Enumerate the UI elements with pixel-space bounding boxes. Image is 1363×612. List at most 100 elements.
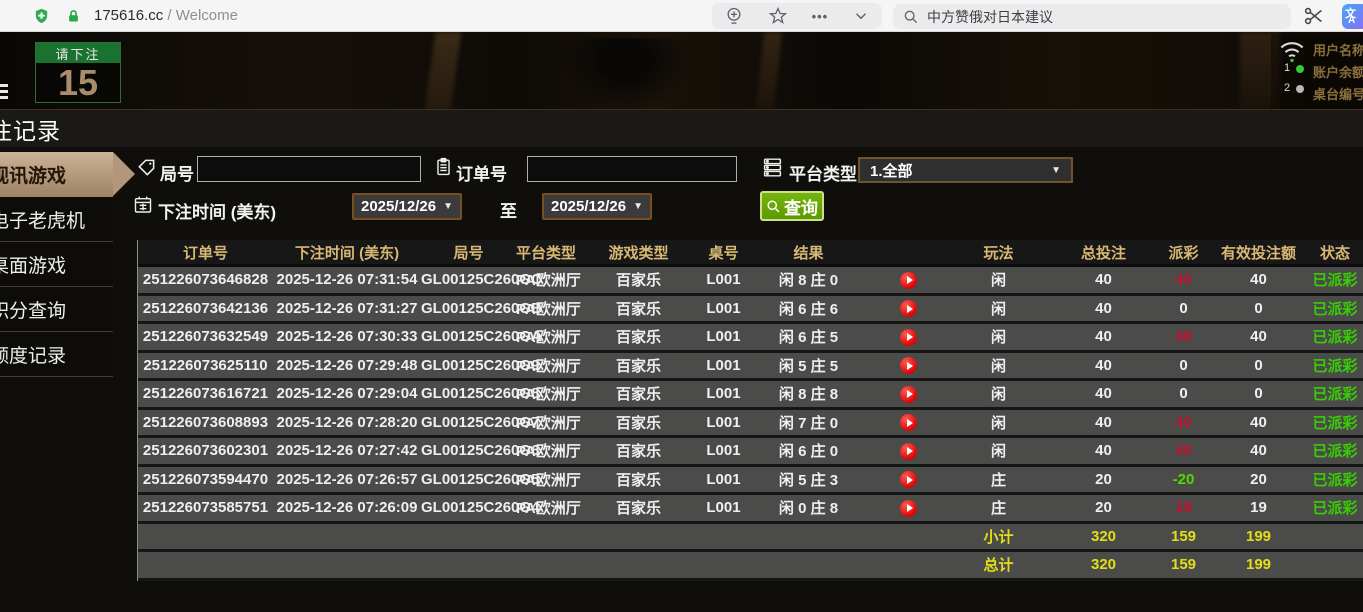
cell-valid-bet: 0 — [1254, 299, 1263, 317]
cell-bet-side: 闲 — [990, 386, 1006, 404]
cell-game-type: 百家乐 — [615, 500, 661, 518]
play-triangle-icon — [906, 333, 913, 342]
play-triangle-icon — [906, 447, 913, 456]
table-status-panel: 1 2 用户名称 账户余额 桌台编号 — [1271, 34, 1363, 109]
video-background-detail — [755, 32, 783, 109]
search-query-button[interactable]: 查询 — [760, 191, 824, 221]
platform-type-select[interactable]: 1.全部 ▼ — [858, 157, 1073, 183]
col-header-bet: 玩法 — [983, 244, 1014, 262]
sidebar-item-points-query[interactable]: 积分查询 — [0, 287, 113, 332]
countdown-label: 请下注 — [36, 43, 120, 63]
cell-table-no: L001 — [706, 328, 741, 346]
cell-bet-time: 2025-12-26 07:29:04 — [276, 385, 418, 403]
grandtotal-total: 320 — [1090, 556, 1117, 574]
cell-result: 闲 7 庄 0 — [778, 414, 839, 432]
cell-platform: PA欧洲厅 — [516, 357, 581, 375]
cell-payout: 40 — [1175, 413, 1192, 431]
clipboard-icon — [437, 157, 450, 176]
cell-table-no: L001 — [706, 385, 741, 403]
table-row: 251226073585751 2025-12-26 07:26:09 GL00… — [138, 495, 1363, 524]
cell-total-bet: 20 — [1095, 499, 1112, 517]
cell-platform: PA欧洲厅 — [516, 300, 581, 318]
https-lock-icon[interactable] — [66, 8, 81, 25]
cell-result: 闲 5 庄 5 — [778, 357, 839, 375]
replay-video-button[interactable] — [900, 357, 917, 375]
line-number[interactable]: 2 — [1284, 82, 1290, 94]
search-bar[interactable]: 中方赞俄对日本建议 — [893, 4, 1291, 29]
replay-video-button[interactable] — [900, 385, 917, 403]
table-row: 251226073642136 2025-12-26 07:31:27 GL00… — [138, 295, 1363, 324]
cell-bet-time: 2025-12-26 07:28:20 — [276, 413, 418, 431]
cell-result: 闲 5 庄 3 — [778, 471, 839, 489]
col-header-game: 游戏类型 — [608, 244, 669, 262]
col-header-status: 状态 — [1319, 244, 1350, 262]
cell-table-no: L001 — [706, 413, 741, 431]
replay-video-button[interactable] — [900, 328, 917, 346]
sidebar-item-label: 电子老虎机 — [0, 210, 86, 232]
date-to-picker[interactable]: 2025/12/26 ▼ — [542, 193, 652, 220]
bookmark-star-icon[interactable] — [768, 6, 788, 26]
cell-platform: PA欧洲厅 — [516, 329, 581, 347]
cell-status: 已派彩 — [1312, 272, 1358, 290]
replay-video-button[interactable] — [900, 442, 917, 460]
cell-round-no: GL00125C260G9 — [421, 356, 540, 374]
cell-total-bet: 20 — [1095, 470, 1112, 488]
cell-valid-bet: 40 — [1250, 442, 1267, 460]
table-row: 251226073632549 2025-12-26 07:30:33 GL00… — [138, 324, 1363, 353]
zoom-page-icon[interactable] — [724, 5, 744, 27]
sidebar-item-table-games[interactable]: 桌面游戏 — [0, 242, 113, 287]
replay-video-button[interactable] — [900, 300, 917, 318]
cell-result: 闲 0 庄 8 — [778, 500, 839, 518]
round-no-input[interactable] — [197, 156, 421, 182]
replay-video-button[interactable] — [900, 414, 917, 432]
dealer-silhouette — [560, 38, 690, 109]
col-header-payout: 派彩 — [1168, 244, 1199, 262]
cell-bet-time: 2025-12-26 07:30:33 — [276, 328, 418, 346]
cell-order-no: 251226073646828 — [142, 271, 269, 289]
sidebar-item-credit-records[interactable]: 额度记录 — [0, 332, 113, 377]
line-number[interactable]: 1 — [1284, 62, 1290, 74]
cell-bet-time: 2025-12-26 07:31:54 — [276, 271, 418, 289]
date-from-picker[interactable]: 2025/12/26 ▼ — [352, 193, 462, 220]
col-header-platform: 平台类型 — [516, 244, 577, 262]
replay-video-button[interactable] — [900, 499, 917, 517]
translate-en-glyph: A — [1348, 15, 1356, 26]
cell-order-no: 251226073642136 — [142, 299, 269, 317]
cell-payout: 19 — [1175, 499, 1192, 517]
sidebar-item-label: 视讯游戏 — [0, 166, 67, 187]
sidebar-item-live-casino[interactable]: 视讯游戏 — [0, 152, 135, 197]
replay-video-button[interactable] — [900, 471, 917, 489]
translate-icon[interactable]: 文A — [1342, 4, 1363, 29]
cell-platform: PA欧洲厅 — [516, 272, 581, 290]
order-no-input[interactable] — [527, 156, 737, 182]
search-query-text: 中方赞俄对日本建议 — [927, 8, 1053, 25]
cell-bet-time: 2025-12-26 07:26:57 — [276, 470, 418, 488]
cell-platform: PA欧洲厅 — [516, 500, 581, 518]
cell-payout: 0 — [1179, 299, 1188, 317]
sidebar-menu: 视讯游戏 电子老虎机 桌面游戏 积分查询 额度记录 — [0, 152, 135, 377]
cell-table-no: L001 — [706, 442, 741, 460]
date-caret-icon: ▼ — [443, 201, 453, 212]
adblock-shield-icon[interactable] — [33, 6, 50, 26]
screen: 175616.cc / Welcome ••• 中方赞俄对日本建议 文A 请下注… — [0, 0, 1363, 612]
tag-icon — [138, 159, 155, 176]
cell-result: 闲 8 庄 0 — [778, 272, 839, 290]
chevron-down-icon[interactable] — [852, 7, 870, 25]
line2-status-dot — [1296, 85, 1304, 93]
cell-valid-bet: 40 — [1250, 413, 1267, 431]
date-from-value: 2025/12/26 — [361, 198, 437, 215]
play-triangle-icon — [906, 390, 913, 399]
sidebar-item-slots[interactable]: 电子老虎机 — [0, 197, 113, 242]
col-header-result: 结果 — [793, 244, 824, 262]
grandtotal-payout: 159 — [1170, 556, 1197, 574]
cell-order-no: 251226073585751 — [142, 499, 269, 517]
cell-game-type: 百家乐 — [615, 471, 661, 489]
cell-table-no: L001 — [706, 299, 741, 317]
scissors-screenshot-icon[interactable] — [1303, 5, 1325, 27]
balance-label: 账户余额 — [1313, 65, 1363, 80]
platform-type-label: 平台类型 — [789, 165, 857, 184]
address-bar-url[interactable]: 175616.cc / Welcome — [94, 7, 238, 24]
subtotal-payout: 159 — [1170, 527, 1197, 545]
replay-video-button[interactable] — [900, 271, 917, 289]
more-ellipsis-icon[interactable]: ••• — [812, 9, 829, 24]
